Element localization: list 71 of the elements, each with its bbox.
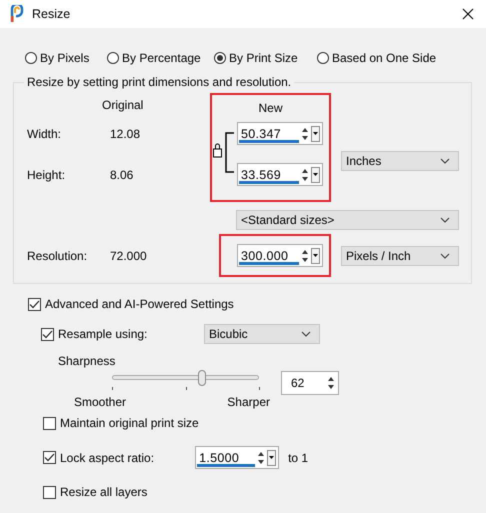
- checkbox-option[interactable]: Resample using:: [41, 327, 204, 341]
- window-title: Resize: [32, 7, 70, 21]
- checkbox-option[interactable]: Resize all layers: [43, 485, 148, 499]
- spinner-icon[interactable]: [257, 450, 266, 466]
- group-title: Resize by setting print dimensions and resolution.: [24, 75, 294, 89]
- input-field[interactable]: 33.569: [237, 163, 323, 186]
- radio-button[interactable]: [25, 52, 37, 64]
- close-button[interactable]: [460, 6, 476, 22]
- spinner-icon[interactable]: [301, 166, 309, 182]
- checkbox-option[interactable]: Maintain original print size: [43, 416, 199, 430]
- field-label: Resolution:: [27, 248, 88, 262]
- checkbox[interactable]: [43, 416, 56, 430]
- original-value: 72.000: [110, 248, 147, 262]
- checkmark-icon: [42, 330, 53, 338]
- value-bar: [239, 140, 299, 143]
- sizes-dropdown[interactable]: <Standard sizes>: [236, 210, 459, 230]
- value-bar: [197, 464, 256, 467]
- radio-option[interactable]: Based on One Side: [317, 51, 467, 65]
- input-field[interactable]: 50.347: [237, 122, 323, 145]
- checkbox-option[interactable]: Lock aspect ratio:: [43, 450, 154, 464]
- column-header: Original: [102, 98, 144, 112]
- checkbox[interactable]: [43, 451, 56, 464]
- chevron-icon: [301, 331, 311, 337]
- checkbox-option[interactable]: Advanced and AI-Powered Settings: [28, 297, 234, 311]
- chevron-icon: [440, 217, 450, 223]
- checkmark-icon: [29, 300, 40, 308]
- radio-button[interactable]: [214, 52, 226, 64]
- chevron-icon: [440, 252, 450, 258]
- value-bar: [239, 262, 299, 265]
- dropdown-button[interactable]: [311, 248, 320, 264]
- caret-icon: [313, 254, 318, 257]
- field-label: Width:: [27, 127, 62, 141]
- caret-icon: [269, 456, 274, 459]
- radio-option[interactable]: By Percentage: [107, 51, 214, 65]
- original-value: 12.08: [110, 127, 140, 141]
- spinner-icon[interactable]: [327, 375, 335, 391]
- spinner-icon[interactable]: [301, 248, 309, 264]
- value-bar: [239, 181, 299, 184]
- radio-option[interactable]: By Pixels: [25, 51, 107, 65]
- original-value: 8.06: [110, 168, 134, 182]
- dropdown-button[interactable]: [267, 450, 276, 466]
- number-field[interactable]: 62: [281, 371, 339, 395]
- slider-thumb[interactable]: [198, 370, 206, 386]
- radio-option[interactable]: By Print Size: [214, 51, 317, 65]
- slider-label: Sharpness: [58, 354, 116, 368]
- input-field[interactable]: 300.000: [237, 244, 323, 267]
- suffix-label: to 1: [288, 450, 308, 464]
- radio-button[interactable]: [317, 52, 329, 64]
- app-icon: [10, 5, 24, 23]
- chevron-icon: [440, 158, 450, 164]
- checkmark-icon: [44, 453, 55, 462]
- checkbox[interactable]: [41, 328, 54, 340]
- dropdown-button[interactable]: [311, 166, 320, 182]
- scale-label: Smoother: [74, 395, 126, 409]
- caret-icon: [313, 132, 318, 135]
- checkbox[interactable]: [28, 298, 41, 310]
- method-dropdown[interactable]: Bicubic: [204, 324, 320, 344]
- units-dropdown[interactable]: Pixels / Inch: [341, 246, 459, 266]
- scale-label: Sharper: [227, 395, 270, 409]
- caret-icon: [313, 173, 318, 176]
- lock-link-icon: [212, 132, 237, 174]
- dropdown-button[interactable]: [311, 126, 320, 142]
- close-icon: [462, 8, 474, 20]
- units-dropdown[interactable]: Inches: [341, 151, 459, 171]
- radio-button[interactable]: [107, 52, 119, 64]
- spinner-icon[interactable]: [301, 126, 309, 142]
- input-field[interactable]: 1.5000: [195, 446, 280, 469]
- column-header: New: [258, 101, 282, 115]
- checkbox[interactable]: [43, 486, 56, 498]
- slider[interactable]: [112, 370, 259, 386]
- field-label: Height:: [27, 168, 66, 182]
